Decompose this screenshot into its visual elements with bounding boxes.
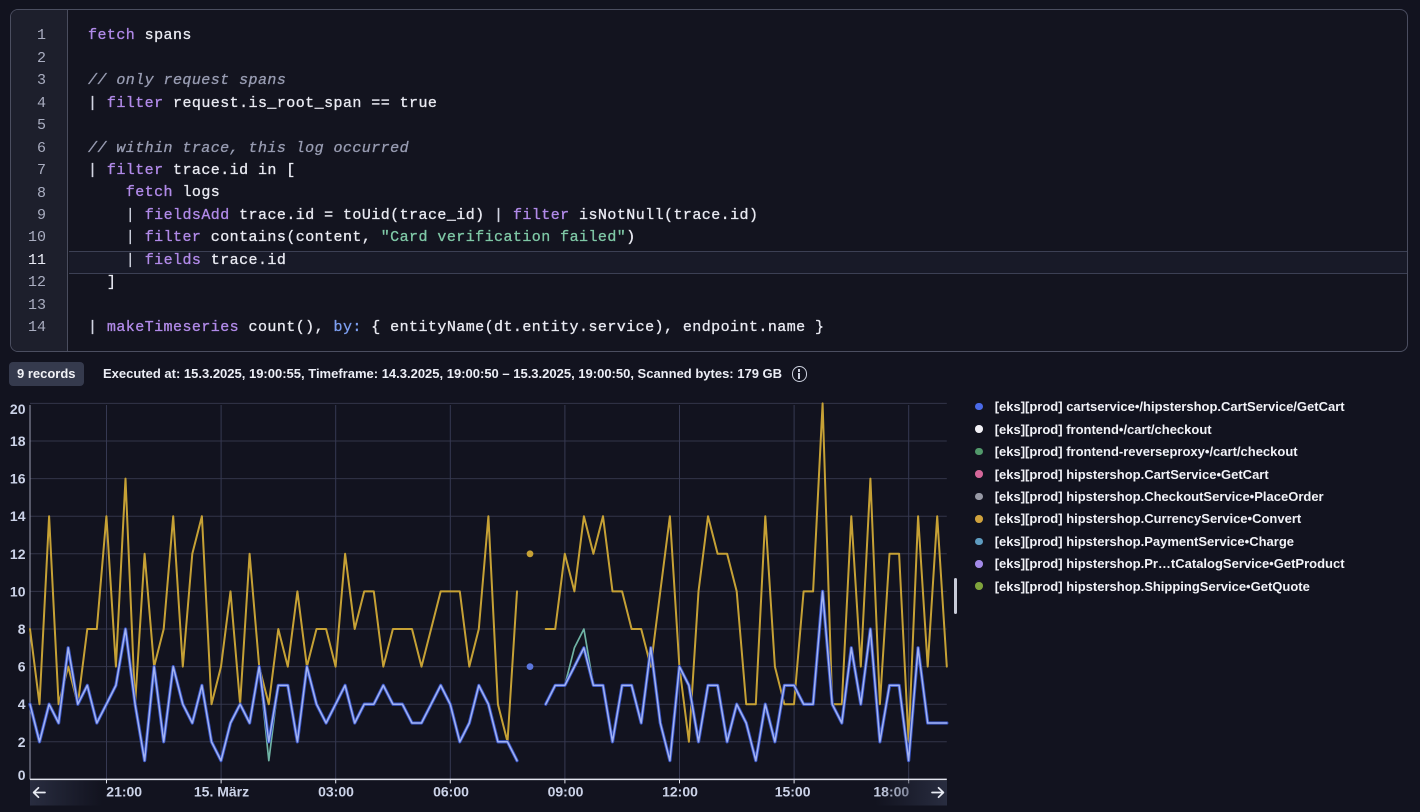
svg-text:15:00: 15:00	[775, 784, 811, 800]
svg-text:0: 0	[18, 767, 26, 783]
svg-text:03:00: 03:00	[318, 784, 354, 800]
svg-text:4: 4	[18, 696, 26, 712]
svg-text:10: 10	[10, 583, 26, 599]
svg-text:06:00: 06:00	[433, 784, 469, 800]
svg-text:6: 6	[18, 659, 26, 675]
svg-text:20: 20	[10, 401, 26, 417]
svg-text:8: 8	[18, 621, 26, 637]
svg-text:14: 14	[10, 508, 26, 524]
svg-text:16: 16	[10, 471, 26, 487]
svg-text:09:00: 09:00	[548, 784, 584, 800]
svg-text:15. März: 15. März	[194, 784, 249, 800]
svg-text:18: 18	[10, 433, 26, 449]
svg-text:12: 12	[10, 546, 26, 562]
svg-text:21:00: 21:00	[106, 784, 142, 800]
svg-text:2: 2	[18, 734, 26, 750]
svg-text:12:00: 12:00	[662, 784, 698, 800]
